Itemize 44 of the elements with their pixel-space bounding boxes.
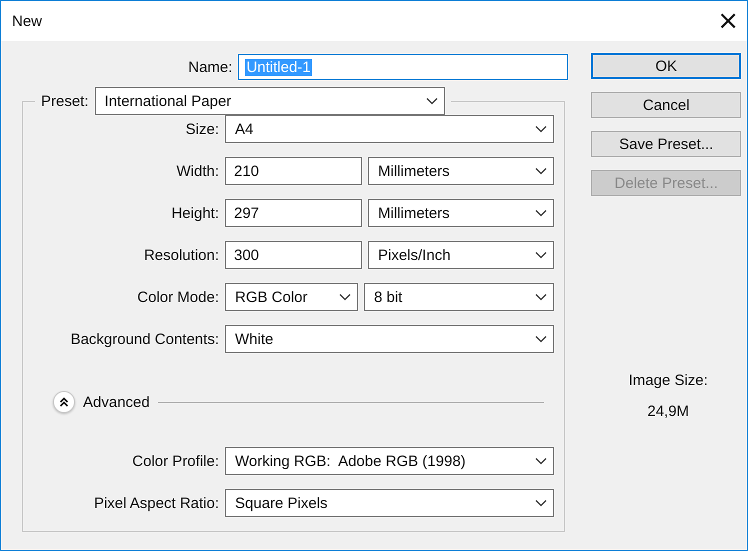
field-label: Preset:: [41, 92, 89, 110]
field-label: Color Mode:: [136, 288, 219, 306]
dropdown[interactable]: Square Pixels: [225, 489, 554, 517]
field-label: Background Contents:: [70, 330, 219, 348]
chevron-down-icon: [535, 251, 548, 259]
dropdown[interactable]: Pixels/Inch: [368, 241, 554, 269]
dropdown[interactable]: Millimeters: [368, 199, 554, 227]
chevron-down-icon: [339, 293, 351, 301]
dropdown[interactable]: Millimeters: [368, 157, 554, 185]
chevron-down-icon: [535, 499, 548, 507]
field-label: Height:: [170, 204, 219, 222]
dialog-button[interactable]: OK: [591, 53, 741, 79]
toggle-button[interactable]: [53, 391, 75, 413]
chevron-down-icon: [535, 209, 548, 217]
chevron-down-icon: [426, 97, 438, 105]
chevron-down-icon: [535, 457, 548, 465]
name-value: Untitled-1: [245, 58, 312, 76]
dropdown[interactable]: 8 bit: [364, 283, 554, 311]
field-label: Name:: [188, 58, 232, 76]
text-field[interactable]: 297: [225, 199, 362, 227]
chevron-down-icon: [535, 335, 548, 343]
field-label: Color Profile:: [131, 452, 219, 470]
text-field[interactable]: 300: [225, 241, 362, 269]
chevron-down-icon: [535, 125, 548, 133]
field-label: Size:: [184, 120, 219, 138]
field-label: Resolution:: [142, 246, 219, 264]
double-chevron-up-icon: [59, 397, 69, 407]
field-label: Width:: [175, 162, 219, 180]
chevron-down-icon: [535, 293, 548, 301]
chevron-down-icon: [535, 167, 548, 175]
dialog-button[interactable]: Save Preset...: [591, 131, 741, 157]
image-size-label: Image Size:: [628, 372, 708, 389]
dropdown[interactable]: Working RGB: Adobe RGB (1998): [225, 447, 554, 475]
dropdown[interactable]: A4: [225, 115, 554, 143]
window-title: New: [12, 12, 42, 30]
text-field[interactable]: 210: [225, 157, 362, 185]
section-title: Advanced: [83, 394, 150, 410]
dialog-button[interactable]: Cancel: [591, 92, 741, 118]
close-button[interactable]: ×: [713, 8, 743, 34]
field-label: Pixel Aspect Ratio:: [92, 494, 219, 512]
image-size-value: 24,9M: [647, 403, 690, 420]
dropdown[interactable]: International Paper: [94, 87, 445, 115]
dropdown[interactable]: White: [225, 325, 554, 353]
dropdown[interactable]: RGB Color: [225, 283, 358, 311]
